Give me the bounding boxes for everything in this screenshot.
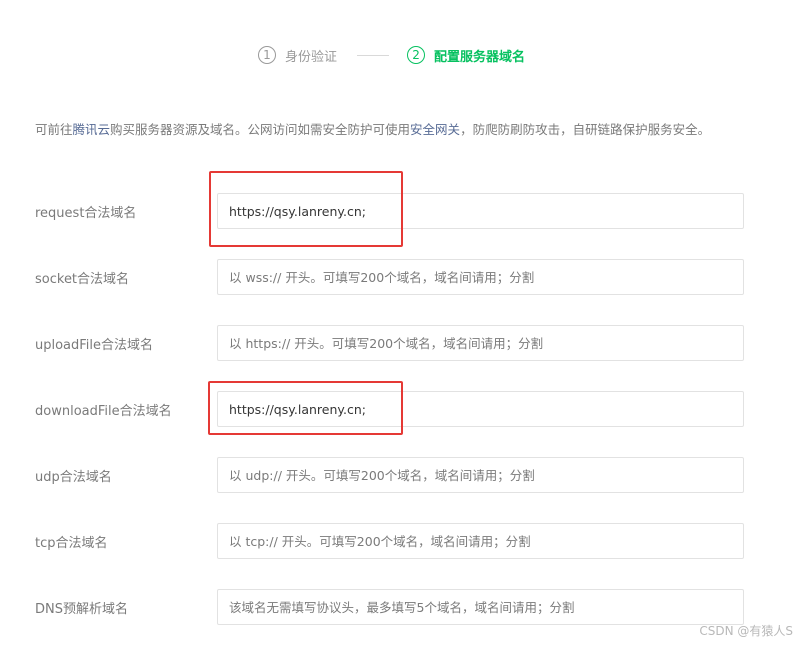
request-domain-input[interactable] <box>217 193 744 229</box>
step-number-2: 2 <box>407 46 426 64</box>
tencent-cloud-link[interactable]: 腾讯云 <box>73 122 111 137</box>
step-configure-domain: 2 配置服务器域名 <box>407 46 525 65</box>
upload-file-domain-input[interactable] <box>217 325 744 361</box>
socket-domain-label: socket合法域名 <box>35 272 130 287</box>
step-label-2: 配置服务器域名 <box>434 49 526 65</box>
dns-prefetch-domain-input[interactable] <box>217 589 744 625</box>
intro-suffix: ，防爬防刷防攻击，自研链路保护服务安全。 <box>460 122 711 137</box>
udp-domain-label: udp合法域名 <box>35 470 112 485</box>
tcp-domain-input[interactable] <box>217 523 744 559</box>
intro-text: 可前往腾讯云购买服务器资源及域名。公网访问如需安全防护可使用安全网关，防爬防刷防… <box>35 119 760 141</box>
steps-indicator: 1 身份验证 2 配置服务器域名 <box>258 42 525 68</box>
download-file-domain-input[interactable] <box>217 391 744 427</box>
domain-config-page: 1 身份验证 2 配置服务器域名 可前往腾讯云购买服务器资源及域名。公网访问如需… <box>0 0 807 647</box>
step-connector <box>357 54 390 56</box>
download-file-domain-label: downloadFile合法域名 <box>35 404 172 419</box>
step-identity-verification: 1 身份验证 <box>258 46 337 65</box>
intro-prefix: 可前往 <box>35 122 73 137</box>
tcp-domain-label: tcp合法域名 <box>35 536 108 551</box>
step-number-1: 1 <box>258 46 276 64</box>
security-gateway-link[interactable]: 安全网关 <box>410 122 460 137</box>
socket-domain-input[interactable] <box>217 259 744 295</box>
udp-domain-input[interactable] <box>217 457 744 493</box>
dns-prefetch-domain-label: DNS预解析域名 <box>35 602 128 617</box>
request-domain-label: request合法域名 <box>35 206 137 221</box>
intro-middle: 购买服务器资源及域名。公网访问如需安全防护可使用 <box>110 122 411 137</box>
csdn-watermark: CSDN @有猿人S <box>699 624 793 638</box>
step-label-1: 身份验证 <box>285 49 338 65</box>
upload-file-domain-label: uploadFile合法域名 <box>35 338 154 353</box>
